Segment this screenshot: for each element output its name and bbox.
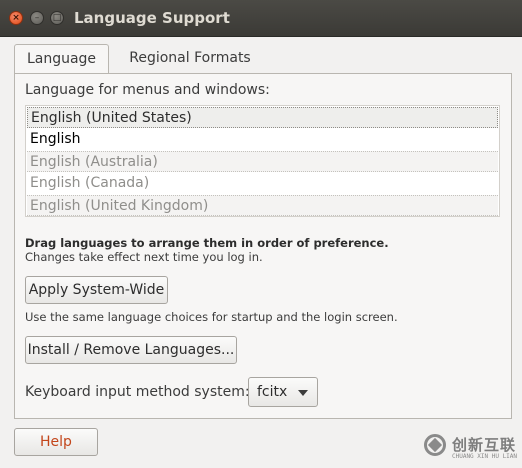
language-row-english-uk[interactable]: English (United Kingdom): [27, 195, 498, 216]
install-remove-languages-button[interactable]: Install / Remove Languages...: [25, 336, 237, 364]
window-title: Language Support: [74, 9, 230, 27]
language-support-window: × – □ Language Support Language Regional…: [0, 0, 522, 468]
watermark-subtext: CHUANG XIN HU LIAN: [452, 453, 518, 460]
apply-description: Use the same language choices for startu…: [25, 310, 398, 324]
language-row-english-australia[interactable]: English (Australia): [27, 151, 498, 172]
close-icon[interactable]: ×: [9, 11, 23, 25]
language-list[interactable]: English (United States) English English …: [25, 105, 500, 217]
help-button[interactable]: Help: [14, 428, 98, 456]
chevron-down-icon: [298, 390, 308, 396]
watermark-logo: 创新互联 CHUANG XIN HU LIAN: [424, 432, 520, 462]
tab-regional-formats[interactable]: Regional Formats: [110, 44, 270, 73]
keyboard-input-select[interactable]: fcitx: [248, 377, 318, 407]
login-hint: Changes take effect next time you log in…: [25, 250, 263, 264]
language-row-english-canada[interactable]: English (Canada): [27, 173, 498, 194]
keyboard-input-label: Keyboard input method system:: [25, 384, 250, 400]
watermark-text: 创新互联: [452, 436, 517, 454]
language-row-english[interactable]: English: [27, 129, 498, 150]
title-bar[interactable]: × – □ Language Support: [0, 0, 522, 37]
brand-logo-icon: [424, 434, 446, 456]
tab-language[interactable]: Language: [14, 44, 109, 75]
keyboard-input-value: fcitx: [257, 384, 288, 400]
maximize-icon[interactable]: □: [50, 11, 64, 25]
language-list-label: Language for menus and windows:: [25, 82, 270, 98]
apply-system-wide-button[interactable]: Apply System-Wide: [25, 276, 168, 304]
minimize-icon[interactable]: –: [30, 11, 44, 25]
language-row-english-us[interactable]: English (United States): [27, 107, 498, 128]
drag-hint: Drag languages to arrange them in order …: [25, 236, 389, 250]
